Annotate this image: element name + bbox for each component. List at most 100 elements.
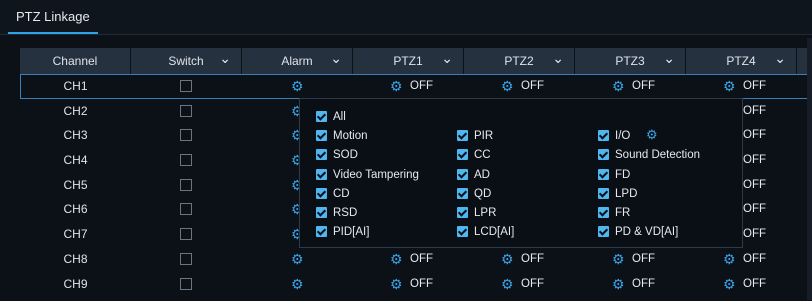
table-row[interactable]: CH1 ⚙ ⚙ OFF ⚙ OFF ⚙ OFF ⚙ OFF (20, 74, 810, 99)
checkbox-checked-icon[interactable] (316, 111, 327, 122)
column-header-3[interactable]: PTZ1 ⌄ (353, 48, 464, 74)
gear-icon[interactable]: ⚙ (390, 277, 404, 291)
off-label: OFF (743, 252, 766, 265)
column-header-label: PTZ2 (504, 54, 534, 68)
channel-label: CH2 (63, 103, 88, 118)
alarm-type-dropdown: All Motion PIR I/O ⚙ SOD CC Sound Detection Vide… (299, 98, 743, 248)
channel-label: CH3 (63, 128, 88, 143)
switch-checkbox[interactable] (180, 277, 192, 290)
off-label: OFF (743, 203, 766, 216)
gear-icon[interactable]: ⚙ (723, 79, 737, 93)
option-label: All (333, 111, 346, 123)
gear-icon[interactable]: ⚙ (501, 79, 515, 93)
checkbox-checked-icon[interactable] (598, 130, 609, 142)
checkbox-checked-icon[interactable] (316, 149, 327, 161)
switch-checkbox[interactable] (180, 252, 192, 265)
switch-checkbox[interactable] (180, 154, 192, 167)
option-label: CD (333, 187, 350, 200)
checkbox-checked-icon[interactable] (457, 168, 468, 180)
option-label: LCD[AI] (474, 226, 515, 239)
checkbox-checked-icon[interactable] (457, 130, 468, 142)
column-header-label: PTZ4 (726, 54, 756, 68)
channel-label: CH4 (63, 153, 88, 168)
channel-label: CH8 (63, 251, 88, 266)
scrollbar[interactable] (807, 38, 812, 300)
column-header-1[interactable]: Switch ⌄ (131, 48, 242, 74)
off-label: OFF (743, 277, 766, 290)
column-header-0: Channel (20, 48, 131, 74)
table-row[interactable]: CH9 ⚙ ⚙ OFF ⚙ OFF ⚙ OFF ⚙ OFF (20, 272, 810, 297)
column-header-2[interactable]: Alarm ⌄ (242, 48, 353, 74)
off-label: OFF (743, 80, 766, 92)
column-header-label: Alarm (281, 54, 313, 68)
gear-icon[interactable]: ⚙ (612, 277, 626, 291)
option-label: Sound Detection (615, 149, 701, 162)
option-label: PD & VD[AI] (615, 226, 679, 239)
column-header-6[interactable]: PTZ4 ⌄ (686, 48, 797, 74)
checkbox-checked-icon[interactable] (598, 168, 609, 180)
off-label: OFF (632, 277, 655, 290)
checkbox-checked-icon[interactable] (316, 130, 327, 142)
checkbox-checked-icon[interactable] (316, 226, 327, 238)
off-label: OFF (521, 277, 544, 290)
gear-icon[interactable]: ⚙ (291, 252, 305, 266)
column-header-label: PTZ1 (393, 54, 423, 68)
switch-checkbox[interactable] (180, 178, 192, 191)
switch-checkbox[interactable] (180, 203, 192, 216)
gear-icon[interactable]: ⚙ (501, 252, 515, 266)
checkbox-checked-icon[interactable] (598, 187, 609, 199)
gear-icon[interactable]: ⚙ (390, 252, 404, 266)
switch-checkbox[interactable] (180, 129, 192, 142)
off-label: OFF (743, 154, 766, 167)
option-label: Video Tampering (333, 168, 419, 181)
option-label: CC (474, 149, 491, 162)
gear-icon[interactable]: ⚙ (612, 252, 626, 266)
gear-icon[interactable]: ⚙ (291, 79, 305, 93)
checkbox-checked-icon[interactable] (457, 149, 468, 161)
option-label: PIR (474, 130, 494, 143)
chevron-down-icon[interactable]: ⌄ (774, 45, 786, 71)
checkbox-checked-icon[interactable] (598, 226, 609, 238)
gear-icon[interactable]: ⚙ (390, 79, 404, 93)
checkbox-checked-icon[interactable] (457, 226, 468, 238)
checkbox-checked-icon[interactable] (316, 168, 327, 180)
chevron-down-icon[interactable]: ⌄ (219, 45, 231, 71)
channel-label: CH5 (63, 177, 88, 192)
option-label: LPD (615, 187, 638, 200)
gear-icon[interactable]: ⚙ (291, 277, 305, 291)
option-label: I/O (615, 130, 631, 143)
checkbox-checked-icon[interactable] (598, 149, 609, 161)
gear-icon[interactable]: ⚙ (501, 277, 515, 291)
checkbox-checked-icon[interactable] (316, 187, 327, 199)
checkbox-checked-icon[interactable] (316, 207, 327, 218)
column-header-5[interactable]: PTZ3 ⌄ (575, 48, 686, 74)
off-label: OFF (521, 252, 544, 265)
option-label: QD (474, 187, 492, 200)
table-header: Channel Switch ⌄ Alarm ⌄ PTZ1 ⌄ PTZ2 ⌄ PTZ3 ⌄ PTZ4 ⌄ (20, 48, 810, 74)
off-label: OFF (743, 178, 766, 191)
chevron-down-icon[interactable]: ⌄ (552, 45, 564, 71)
tab-ptz-linkage[interactable]: PTZ Linkage (8, 0, 98, 34)
option-label: AD (474, 168, 490, 181)
chevron-down-icon[interactable]: ⌄ (663, 45, 675, 71)
gear-icon[interactable]: ⚙ (723, 252, 737, 266)
off-label: OFF (743, 104, 766, 117)
gear-icon[interactable]: ⚙ (646, 128, 658, 142)
gear-icon[interactable]: ⚙ (612, 79, 626, 93)
chevron-down-icon[interactable]: ⌄ (441, 45, 453, 71)
off-label: OFF (632, 252, 655, 265)
table-row[interactable]: CH8 ⚙ ⚙ OFF ⚙ OFF ⚙ OFF ⚙ OFF (20, 247, 810, 272)
gear-icon[interactable]: ⚙ (723, 277, 737, 291)
option-label: SOD (333, 149, 358, 162)
chevron-down-icon[interactable]: ⌄ (330, 45, 342, 71)
checkbox-checked-icon[interactable] (457, 187, 468, 199)
column-header-4[interactable]: PTZ2 ⌄ (464, 48, 575, 74)
switch-checkbox[interactable] (180, 228, 192, 241)
switch-checkbox[interactable] (180, 104, 192, 117)
column-header-label: Channel (52, 54, 98, 68)
checkbox-checked-icon[interactable] (457, 207, 468, 218)
channel-label: CH1 (63, 79, 88, 93)
switch-checkbox[interactable] (180, 80, 192, 92)
channel-label: CH6 (63, 202, 88, 217)
checkbox-checked-icon[interactable] (598, 207, 609, 218)
